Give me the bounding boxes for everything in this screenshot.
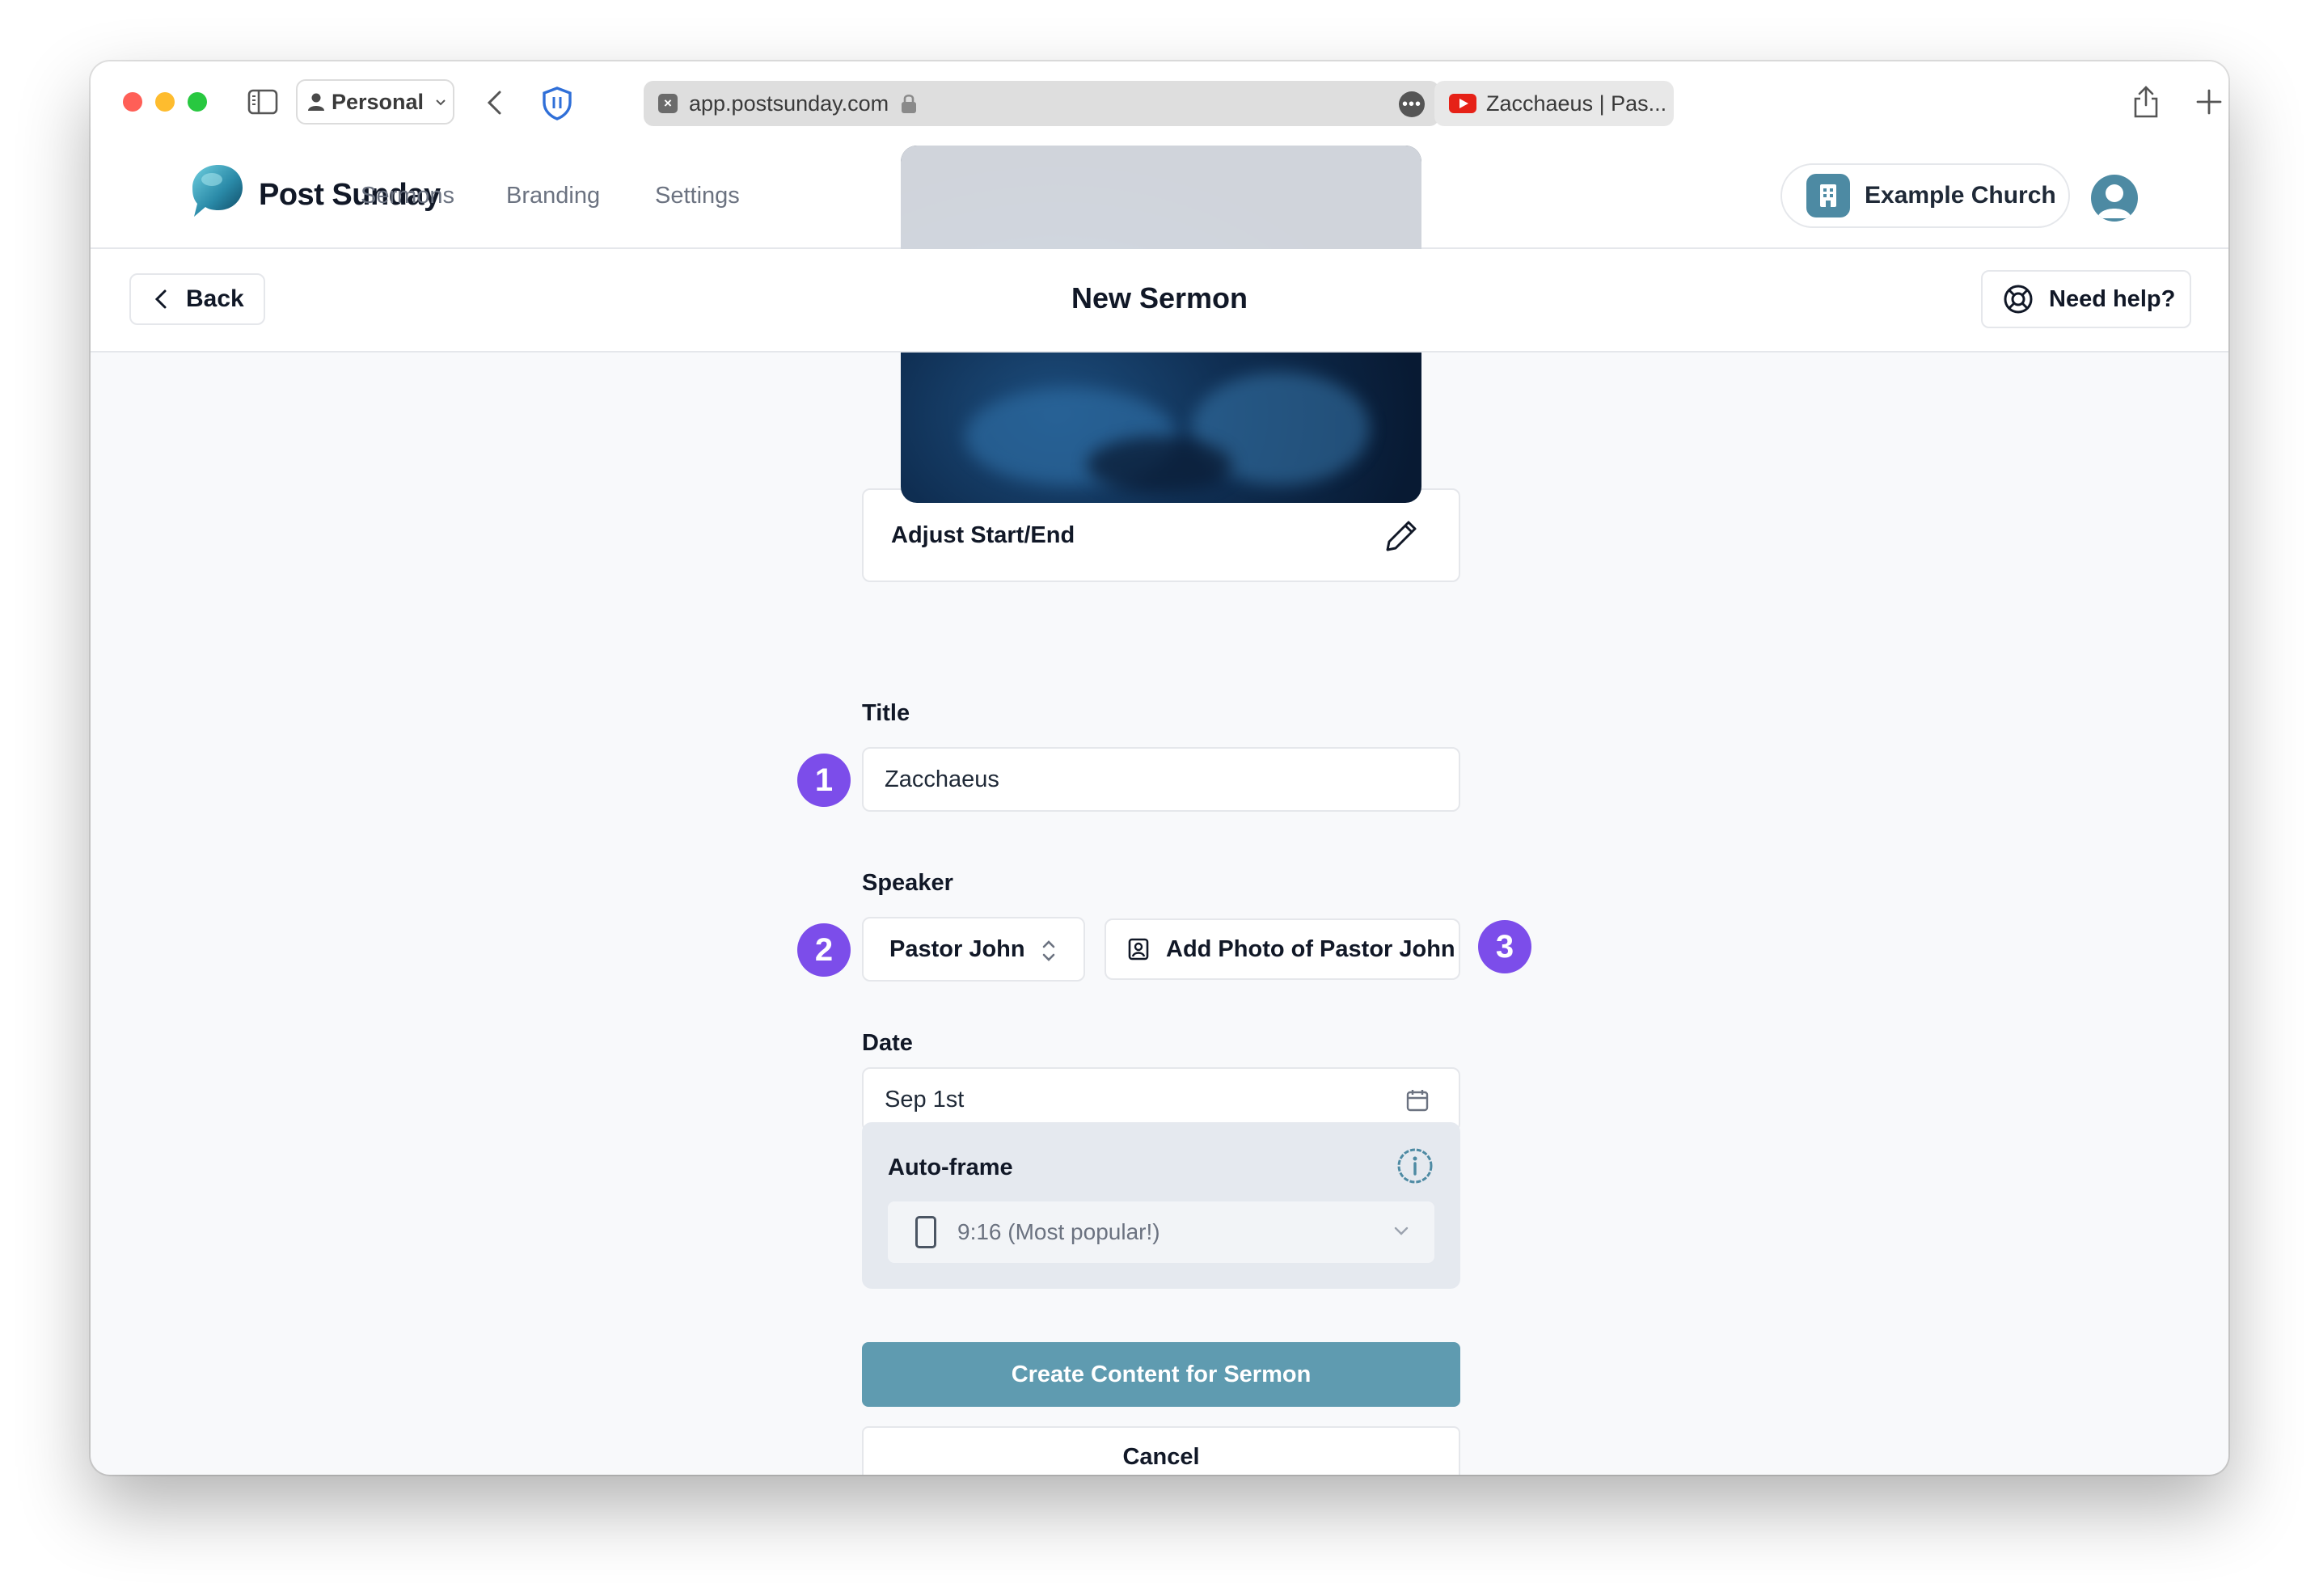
- date-value: Sep 1st: [885, 1086, 965, 1113]
- lock-icon: [902, 94, 917, 113]
- browser-toolbar: Personal × app.postsunday.com ••• Zaccha…: [91, 61, 2228, 146]
- cancel-button[interactable]: Cancel: [862, 1426, 1460, 1475]
- church-switcher-button[interactable]: Example Church: [1780, 163, 2070, 228]
- adjust-label: Adjust Start/End: [891, 521, 1075, 548]
- browser-window: Personal × app.postsunday.com ••• Zaccha…: [91, 61, 2228, 1475]
- youtube-icon: [1449, 94, 1476, 113]
- user-icon: [2097, 184, 2131, 218]
- share-icon[interactable]: [2130, 84, 2162, 120]
- create-content-button[interactable]: Create Content for Sermon: [862, 1342, 1460, 1407]
- speaker-select[interactable]: Pastor John: [862, 917, 1085, 982]
- nav-sermons[interactable]: Sermons: [361, 183, 454, 209]
- profile-switcher-button[interactable]: Personal: [296, 79, 454, 125]
- date-label: Date: [862, 1030, 913, 1056]
- chevron-down-icon: [1394, 1227, 1409, 1235]
- post-sunday-logo[interactable]: [186, 160, 247, 222]
- building-icon: [1806, 174, 1850, 217]
- speaker-value: Pastor John: [889, 935, 1025, 962]
- add-speaker-photo-button[interactable]: Add Photo of Pastor John: [1105, 918, 1460, 980]
- page-subheader: Back New Sermon Need help?: [91, 249, 2228, 353]
- nav-settings[interactable]: Settings: [655, 183, 740, 209]
- password-manager-shield-icon[interactable]: [540, 86, 574, 121]
- title-value: Zacchaeus: [885, 766, 999, 792]
- profile-label: Personal: [332, 89, 425, 114]
- browser-back-icon[interactable]: [480, 87, 509, 118]
- info-icon[interactable]: [1396, 1146, 1434, 1185]
- address-bar[interactable]: × app.postsunday.com •••: [644, 81, 1439, 126]
- page-title: New Sermon: [1071, 281, 1248, 315]
- calendar-icon[interactable]: [1405, 1088, 1430, 1113]
- address-text: app.postsunday.com: [689, 91, 889, 116]
- tab-title: Zacchaeus | Pas...: [1486, 91, 1667, 116]
- aspect-ratio-value: 9:16 (Most popular!): [957, 1219, 1160, 1244]
- sidebar-toggle-icon[interactable]: [247, 88, 278, 116]
- add-photo-label: Add Photo of Pastor John: [1166, 935, 1455, 962]
- zoom-window-button[interactable]: [188, 92, 207, 112]
- nav-branding[interactable]: Branding: [506, 183, 600, 209]
- page-menu-icon[interactable]: •••: [1399, 91, 1425, 117]
- close-window-button[interactable]: [123, 92, 142, 112]
- chevron-down-icon: [436, 99, 446, 106]
- user-avatar[interactable]: [2091, 175, 2138, 222]
- auto-frame-label: Auto-frame: [888, 1155, 1013, 1180]
- step-badge-2: 2: [797, 923, 851, 977]
- chevron-up-down-icon: [1042, 940, 1055, 961]
- minimize-window-button[interactable]: [155, 92, 175, 112]
- photo-portrait-icon: [1128, 938, 1149, 961]
- speaker-label: Speaker: [862, 870, 953, 896]
- browser-tab-youtube[interactable]: Zacchaeus | Pas...: [1434, 81, 1674, 126]
- new-tab-icon[interactable]: [2193, 84, 2225, 120]
- phone-portrait-icon: [915, 1216, 936, 1248]
- church-name: Example Church: [1865, 182, 2056, 209]
- title-input[interactable]: Zacchaeus: [862, 747, 1460, 812]
- title-label: Title: [862, 700, 910, 726]
- site-favicon-icon: ×: [658, 94, 678, 113]
- person-icon: [308, 93, 324, 111]
- pencil-icon: [1386, 521, 1417, 551]
- auto-frame-panel: Auto-frame 9:16 (Most popular!): [862, 1122, 1460, 1289]
- aspect-ratio-select[interactable]: 9:16 (Most popular!): [888, 1201, 1434, 1263]
- step-badge-1: 1: [797, 754, 851, 807]
- step-badge-3: 3: [1478, 920, 1531, 973]
